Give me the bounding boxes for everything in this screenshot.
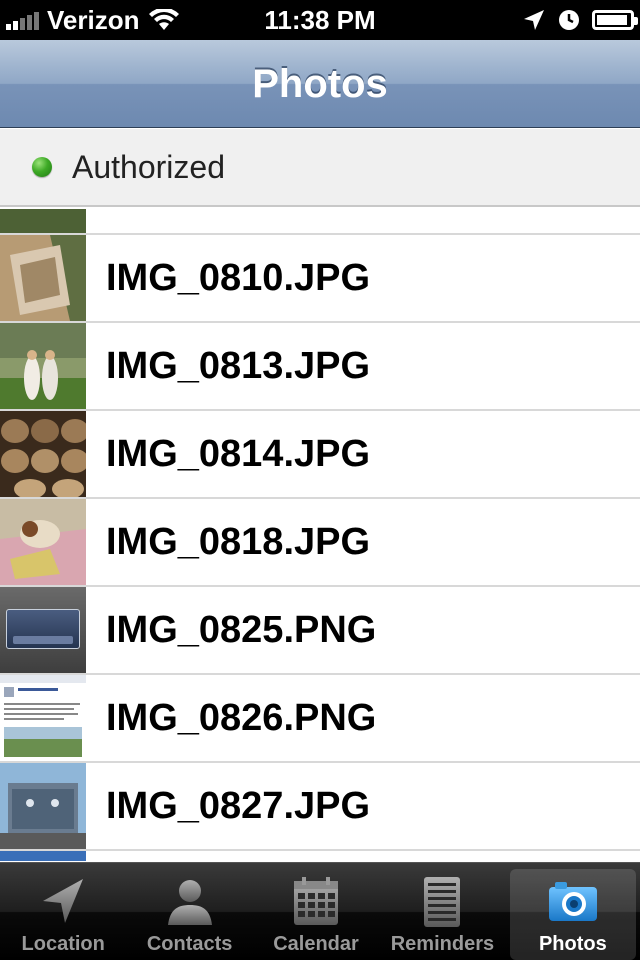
person-icon	[167, 880, 212, 925]
tab-label: Calendar	[273, 933, 359, 955]
tab-label: Location	[21, 933, 105, 955]
clock-icon	[559, 10, 579, 30]
location-arrow-icon	[524, 10, 544, 30]
list-item-partial[interactable]	[0, 851, 640, 861]
photo-filename: IMG_0814.JPG	[106, 433, 371, 475]
photo-filename: IMG_0827.JPG	[106, 785, 371, 827]
tab-label: Reminders	[390, 933, 495, 955]
tab-label: Contacts	[146, 933, 233, 955]
tab-bar: Location Contacts Calendar Reminders Pho…	[0, 862, 640, 960]
tab-reminders[interactable]: Reminders	[379, 863, 505, 960]
battery-icon	[592, 10, 638, 30]
photo-thumbnail	[0, 323, 86, 409]
photo-thumbnail	[0, 587, 86, 673]
authorization-status-bar: Authorized	[0, 129, 640, 207]
status-dot-icon	[32, 157, 52, 177]
photo-filename: IMG_0818.JPG	[106, 521, 371, 563]
photo-thumbnail	[0, 411, 86, 497]
photo-thumbnail	[0, 675, 86, 761]
photo-thumbnail	[0, 763, 86, 849]
photo-thumbnail	[0, 235, 86, 321]
list-item[interactable]: IMG_0810.JPG	[0, 235, 640, 323]
tab-location[interactable]: Location	[0, 863, 126, 960]
list-item[interactable]: IMG_0825.PNG	[0, 587, 640, 675]
list-item[interactable]: IMG_0813.JPG	[0, 323, 640, 411]
photo-filename: IMG_0826.PNG	[106, 697, 377, 739]
location-arrow-icon	[43, 879, 84, 923]
tab-label: Photos	[538, 933, 607, 955]
tab-contacts[interactable]: Contacts	[126, 863, 252, 960]
photo-filename: IMG_0813.JPG	[106, 345, 371, 387]
list-item-partial[interactable]: _	[0, 209, 640, 235]
list-item[interactable]: IMG_0814.JPG	[0, 411, 640, 499]
photo-thumbnail	[0, 499, 86, 585]
status-right	[510, 4, 638, 36]
navigation-bar: Photos	[0, 40, 640, 128]
camera-icon	[548, 882, 597, 921]
tab-photos[interactable]: Photos	[509, 869, 637, 960]
list-item[interactable]: IMG_0818.JPG	[0, 499, 640, 587]
photo-list[interactable]: _ IMG_0810.JPG IMG_0813.JPG	[0, 209, 640, 861]
authorization-status-text: Authorized	[72, 148, 225, 185]
list-item[interactable]: IMG_0827.JPG	[0, 763, 640, 851]
photo-thumbnail	[0, 209, 86, 233]
status-bar: Verizon 11:38 PM	[0, 0, 640, 40]
calendar-icon	[294, 877, 339, 925]
notepad-icon	[424, 877, 461, 927]
photo-thumbnail	[0, 851, 86, 861]
photo-filename: IMG_0825.PNG	[106, 609, 377, 651]
page-title: Photos	[252, 62, 388, 106]
list-item[interactable]: IMG_0826.PNG	[0, 675, 640, 763]
tab-calendar[interactable]: Calendar	[253, 863, 379, 960]
photo-filename: IMG_0810.JPG	[106, 257, 371, 299]
